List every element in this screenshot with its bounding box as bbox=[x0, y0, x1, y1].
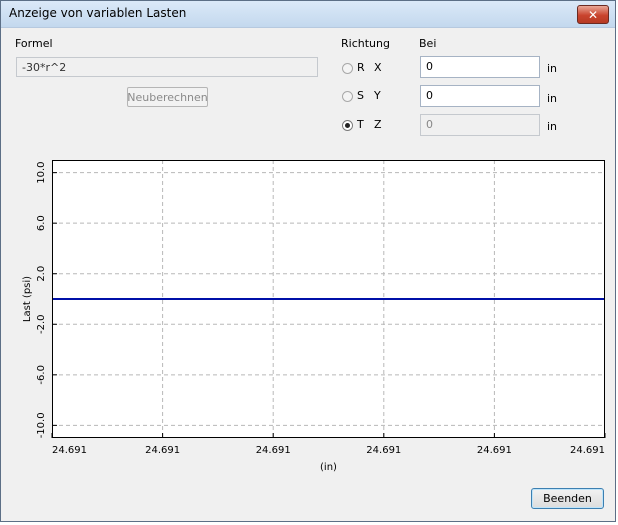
x-tick-label: 24.691 bbox=[477, 445, 512, 456]
y-tick-label: -6.0 bbox=[36, 365, 47, 385]
x-tick-label: 24.691 bbox=[366, 445, 401, 456]
x-axis-label: (in) bbox=[320, 462, 337, 473]
y-tick-label: 6.0 bbox=[36, 215, 47, 231]
y-axis-label: Last (psi) bbox=[22, 276, 33, 322]
y-tick-label: 2.0 bbox=[36, 266, 47, 282]
y-tick-label: 10.0 bbox=[36, 162, 47, 184]
end-button[interactable]: Beenden bbox=[531, 488, 604, 509]
x-tick-label: 24.691 bbox=[256, 445, 291, 456]
x-tick-label: 24.691 bbox=[52, 445, 87, 456]
x-tick-label: 24.691 bbox=[145, 445, 180, 456]
dialog-window: Anzeige von variablen Lasten ✕ Formel -3… bbox=[0, 0, 616, 522]
x-tick-label: 24.691 bbox=[570, 445, 605, 456]
load-chart: 10.0 6.0 2.0 -2.0 -6.0 -10.0 24.691 24.691 24.69… bbox=[22, 160, 606, 473]
y-tick-label: -2.0 bbox=[36, 315, 47, 335]
y-tick-label: -10.0 bbox=[36, 412, 47, 438]
